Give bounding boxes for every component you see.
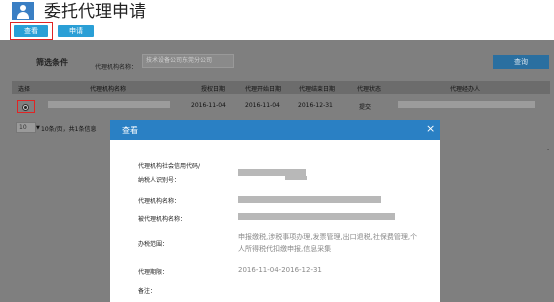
page-title: 委托代理申请: [44, 2, 146, 22]
agency-name-label: 代理机构名称：: [138, 198, 181, 205]
column-header-start-date: 代理开始日期: [245, 86, 282, 93]
redacted-agent-name: [398, 101, 535, 108]
redacted-credit-code: [238, 169, 306, 176]
cell-end-date: 2016-12-31: [298, 102, 333, 109]
tax-scope-value: 申报缴税,涉税事项办理,发票管理,出口退税,社保费管理,个人所得税代扣缴申报,信…: [238, 233, 418, 253]
highlight-box-radio: [17, 100, 35, 113]
table-header: 选择 代理机构名称 授权日期 代理开始日期 代理结束日期 代理状态 代理经办人: [12, 81, 550, 94]
scroll-marker: -: [547, 146, 550, 153]
redacted-delegated-agency-name: [238, 213, 395, 220]
user-icon: [12, 2, 34, 20]
cell-auth-date: 2016-11-04: [191, 102, 226, 109]
agency-period-label: 代理期限：: [138, 269, 169, 276]
caret-down-icon[interactable]: ▼: [36, 125, 40, 131]
highlight-box-view-tab: [10, 22, 53, 40]
dialog-title: 查看: [122, 126, 138, 135]
view-dialog: 查看 × 代理机构社会信用代码/ 纳税人识别号： 代理机构名称： 被代理机构名称…: [110, 120, 440, 302]
filter-title: 筛选条件: [36, 58, 68, 67]
credit-code-label-line2: 纳税人识别号：: [138, 177, 181, 184]
search-button[interactable]: 查询: [493, 55, 549, 69]
dialog-header: 查看 ×: [110, 120, 440, 140]
column-header-end-date: 代理结束日期: [299, 86, 336, 93]
redacted-credit-code-suffix: [285, 176, 307, 180]
column-header-agency-name: 代理机构名称: [90, 86, 127, 93]
delegated-agency-name-label: 被代理机构名称：: [138, 216, 187, 223]
cell-start-date: 2016-11-04: [245, 102, 280, 109]
agency-name-filter-input[interactable]: 技术设备公司东莞分公司: [142, 54, 234, 68]
redacted-agency-name-value: [238, 196, 381, 203]
redacted-agency-name: [48, 101, 170, 108]
agency-name-filter-label: 代理机构名称：: [95, 64, 138, 71]
column-header-agent: 代理经办人: [450, 86, 481, 93]
tax-scope-label: 办税范围：: [138, 241, 169, 248]
pager-info: 10条/页，共1条信息: [41, 126, 97, 133]
page-size-select[interactable]: 10: [16, 122, 36, 133]
credit-code-label-line1: 代理机构社会信用代码/: [138, 163, 201, 170]
remark-label: 备注：: [138, 288, 157, 295]
agency-period-value: 2016-11-04-2016-12-31: [238, 266, 322, 274]
column-header-status: 代理状态: [357, 86, 382, 93]
column-header-select: 选择: [18, 86, 31, 93]
apply-tab-button[interactable]: 申请: [58, 25, 94, 37]
column-header-auth-date: 授权日期: [201, 86, 226, 93]
cell-status: 提交: [359, 104, 372, 111]
close-icon[interactable]: ×: [426, 123, 435, 135]
